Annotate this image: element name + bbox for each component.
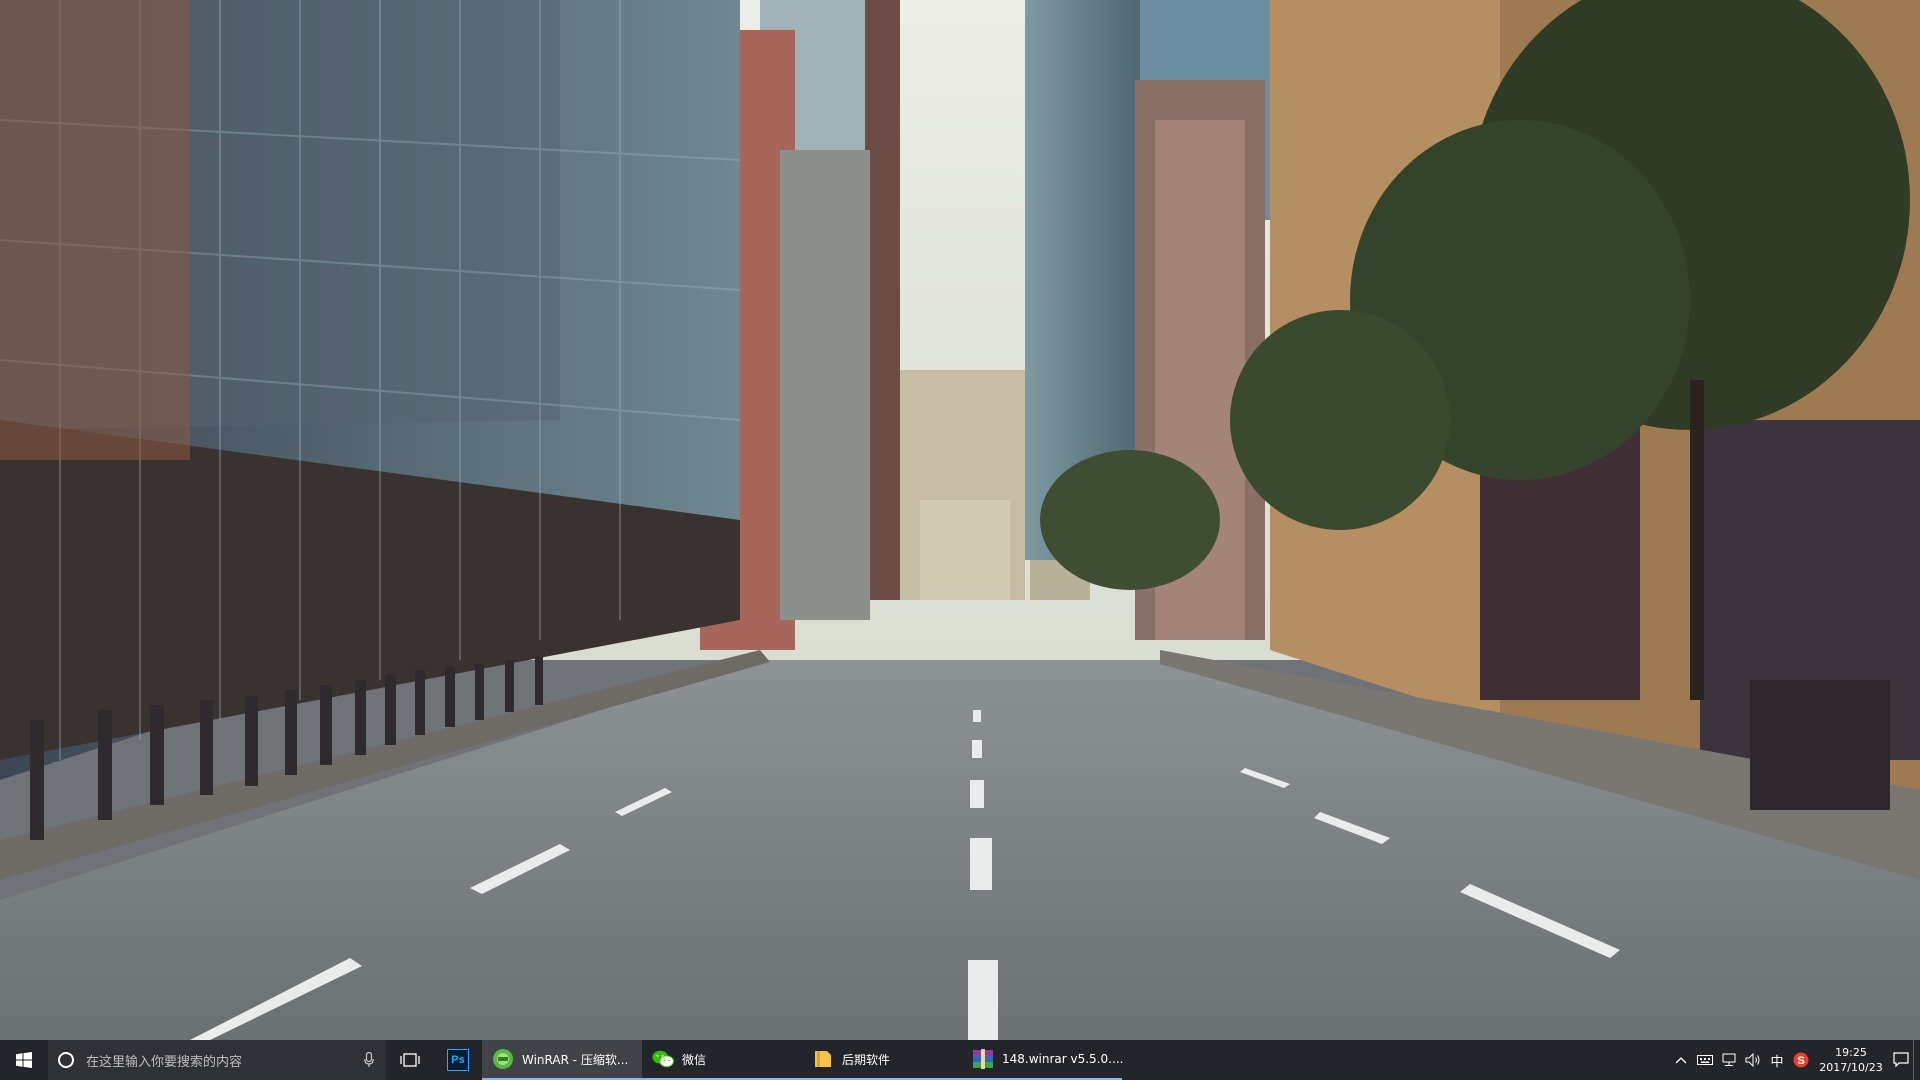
taskbar-app-folder[interactable]: 后期软件 (802, 1040, 962, 1080)
task-view-button[interactable] (386, 1040, 434, 1080)
svg-text:S: S (1797, 1055, 1804, 1067)
cortana-icon (58, 1052, 74, 1068)
taskbar-app-winrar[interactable]: WinRAR - 压缩软... (482, 1040, 642, 1080)
start-button[interactable] (0, 1040, 48, 1080)
sogou-icon[interactable]: S (1789, 1040, 1813, 1080)
chevron-up-icon[interactable] (1669, 1040, 1693, 1080)
ime-indicator[interactable]: 中 (1765, 1040, 1789, 1080)
clock-date: 2017/10/23 (1819, 1061, 1883, 1074)
system-tray: 中 S 19:25 2017/10/23 (1669, 1040, 1920, 1080)
volume-icon[interactable] (1741, 1040, 1765, 1080)
taskbar-app-label: 148.winrar v5.5.0.... (1002, 1052, 1124, 1066)
taskbar-app-label: WinRAR - 压缩软... (522, 1052, 629, 1067)
task-view-icon (400, 1053, 420, 1067)
taskbar-app-wechat[interactable]: 微信 (642, 1040, 802, 1080)
action-center-button[interactable] (1889, 1040, 1913, 1080)
folder-icon (812, 1048, 834, 1070)
search-placeholder: 在这里输入你要搜索的内容 (86, 1054, 243, 1070)
clock-time: 19:25 (1835, 1046, 1867, 1059)
show-desktop-button[interactable] (1913, 1040, 1920, 1080)
winrar-archive-icon (972, 1048, 994, 1070)
search-box[interactable]: 在这里输入你要搜索的内容 (48, 1040, 386, 1080)
keyboard-icon[interactable] (1693, 1040, 1717, 1080)
taskbar-app-winrar-archive[interactable]: 148.winrar v5.5.0.... (962, 1040, 1124, 1080)
taskbar-app-label: 后期软件 (842, 1052, 891, 1067)
desktop-wallpaper (0, 0, 1920, 1040)
taskbar: 在这里输入你要搜索的内容 Ps WinRAR - 压缩软... 微信 后期软件 … (0, 1040, 1920, 1080)
wechat-icon (652, 1048, 674, 1070)
taskbar-app-photoshop[interactable]: Ps (434, 1040, 482, 1080)
windows-logo-icon (16, 1052, 32, 1068)
clock[interactable]: 19:25 2017/10/23 (1813, 1045, 1889, 1075)
network-icon[interactable] (1717, 1040, 1741, 1080)
taskbar-app-label: 微信 (682, 1052, 707, 1067)
winrar-icon (492, 1048, 514, 1070)
microphone-icon[interactable] (364, 1052, 374, 1068)
action-center-icon (1893, 1052, 1909, 1068)
photoshop-icon: Ps (447, 1049, 469, 1071)
